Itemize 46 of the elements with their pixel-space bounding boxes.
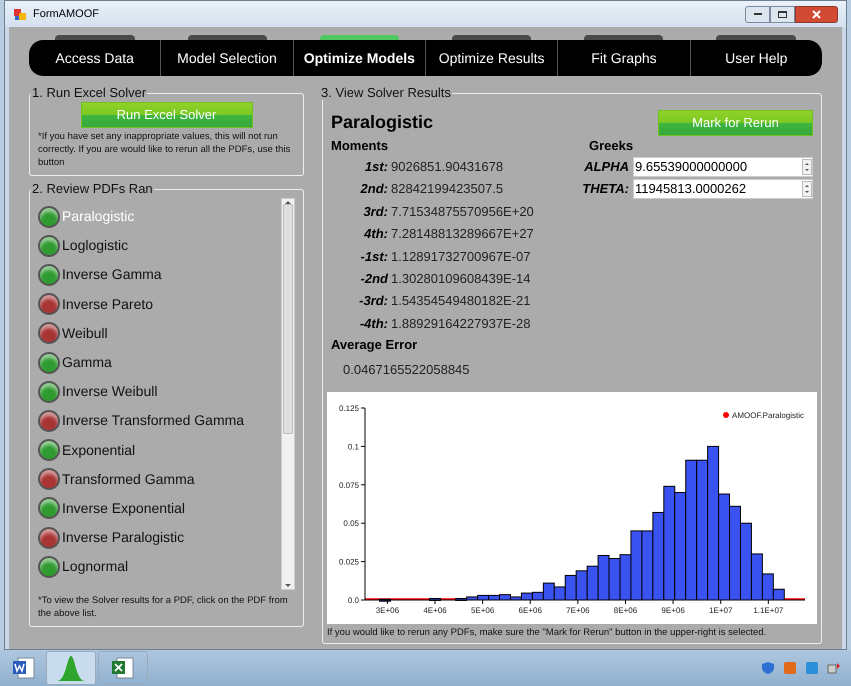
moment-label: -2nd xyxy=(360,270,390,288)
greek-label: ALPHA xyxy=(583,158,630,176)
x-tick-label: 7E+06 xyxy=(566,606,590,615)
moment-value: 7.28148813289667E+27 xyxy=(391,225,534,244)
x-tick-label: 1.1E+07 xyxy=(753,606,784,615)
moment-value: 7.71534875570956E+20 xyxy=(391,202,534,221)
x-tick-label: 5E+06 xyxy=(470,606,494,615)
group-title: 1. Run Excel Solver xyxy=(31,86,148,100)
moment-value: 1.54354549480182E-21 xyxy=(391,292,531,310)
x-tick-label: 4E+06 xyxy=(423,606,447,615)
window-title: FormAMOOF xyxy=(33,6,99,22)
y-tick-label: 0.05 xyxy=(343,518,359,528)
moment-label: 4th: xyxy=(363,225,389,244)
moment-value: 1.30280109608439E-14 xyxy=(391,270,531,288)
average-error-value: 0.0467165522058845 xyxy=(342,361,471,380)
x-tick-label: 9E+06 xyxy=(661,606,685,615)
greeks-heading: Greeks xyxy=(588,137,634,155)
x-tick-label: 3E+06 xyxy=(376,606,400,615)
x-tick-label: 8E+06 xyxy=(614,606,638,615)
y-tick-label: 0.025 xyxy=(338,557,359,566)
review-note: *To view the Solver results for a PDF, click on the PDF from the above list. xyxy=(38,594,289,620)
moment-label: -4th: xyxy=(358,314,389,333)
moment-value: 9026851.90431678 xyxy=(391,158,504,176)
moment-value: 82842199423507.5 xyxy=(391,180,504,198)
legend-label: AMOOF.Paralogistic xyxy=(732,410,804,420)
moment-value: 1.88929164227937E-28 xyxy=(391,314,531,333)
moment-label: 3rd: xyxy=(362,202,389,221)
greek-label: THETA: xyxy=(581,180,630,198)
group-title: 3. View Solver Results xyxy=(320,86,452,100)
rerun-note: If you would like to rerun any PDFs, make sure the "Mark for Rerun" button in the upper-right is selected. xyxy=(327,626,768,640)
moment-label: -1st: xyxy=(360,248,389,266)
model-name: Paralogistic xyxy=(331,111,434,134)
y-tick-label: 0.075 xyxy=(338,480,359,490)
group-title: 2. Review PDFs Ran xyxy=(31,182,154,196)
average-error-heading: Average Error xyxy=(331,336,418,354)
x-tick-label: 1E+07 xyxy=(709,606,732,615)
y-tick-label: 0.1 xyxy=(348,442,359,452)
moment-label: -3rd: xyxy=(358,292,389,310)
moment-value: 1.12891732700967E-07 xyxy=(391,248,531,266)
moments-heading: Moments xyxy=(331,137,390,155)
moment-label: 2nd: xyxy=(359,180,389,198)
solver-note: *If you have set any inappropriate values, this will not run correctly. If you are would like to rerun all the PDFs, use this button xyxy=(38,130,292,169)
y-tick-label: 0.125 xyxy=(338,404,359,413)
moment-label: 1st: xyxy=(364,158,389,176)
x-tick-label: 6E+06 xyxy=(518,606,542,615)
y-tick-label: 0.0 xyxy=(348,596,359,605)
